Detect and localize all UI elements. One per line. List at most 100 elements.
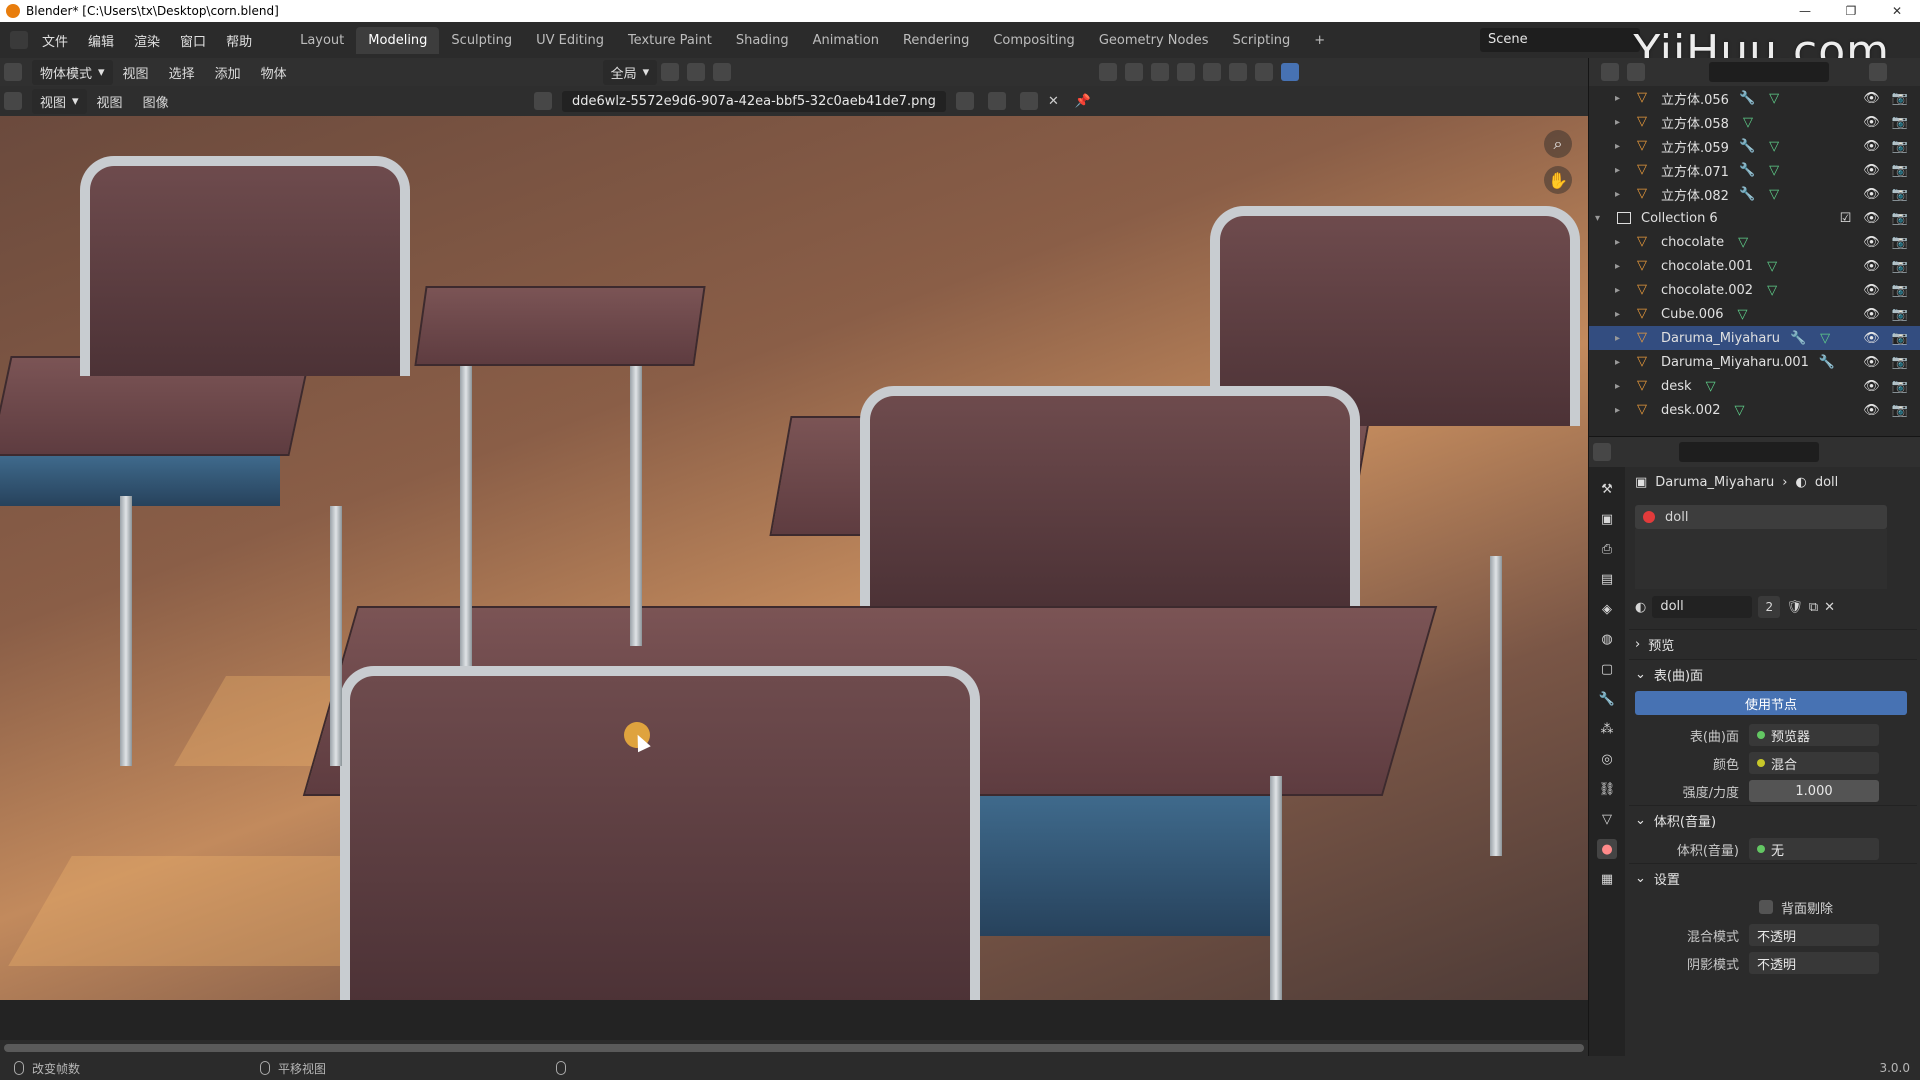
overlay-icon[interactable]: [1151, 63, 1170, 81]
tab-uv-editing[interactable]: UV Editing: [524, 27, 616, 54]
zoom-icon[interactable]: ⌕: [1544, 130, 1572, 158]
render-camera-icon[interactable]: 📷: [1892, 235, 1908, 250]
image-browse-icon[interactable]: [534, 92, 552, 110]
render-tab-icon[interactable]: ▣: [1597, 509, 1617, 529]
visibility-eye-icon[interactable]: 👁: [1863, 259, 1880, 274]
duplicate-image-icon[interactable]: [987, 92, 1006, 110]
tab-shading[interactable]: Shading: [724, 27, 801, 54]
particles-tab-icon[interactable]: ⁂: [1597, 719, 1617, 739]
blender-menu-icon[interactable]: [10, 31, 28, 49]
visibility-eye-icon[interactable]: 👁: [1863, 283, 1880, 298]
visibility-eye-icon[interactable]: 👁: [1863, 331, 1880, 346]
outliner-object-row[interactable]: ▸ ▽ 立方体.056 🔧 ▽ 👁 📷: [1589, 86, 1920, 110]
add-workspace-button[interactable]: +: [1302, 27, 1337, 54]
section-preview[interactable]: › 预览: [1629, 629, 1917, 659]
menu-object[interactable]: 物体: [251, 63, 297, 82]
section-volume[interactable]: ⌄ 体积(音量): [1629, 805, 1917, 835]
filter-icon[interactable]: [1869, 63, 1887, 81]
mesh-data-icon[interactable]: ▽: [1769, 91, 1779, 106]
gizmo-icon[interactable]: [1125, 63, 1144, 81]
menu-select[interactable]: 选择: [159, 63, 205, 82]
visibility-eye-icon[interactable]: 👁: [1863, 139, 1880, 154]
tab-compositing[interactable]: Compositing: [981, 27, 1087, 54]
render-camera-icon[interactable]: 📷: [1892, 139, 1908, 154]
fake-user-shield-icon[interactable]: [955, 92, 974, 110]
menu-image[interactable]: 图像: [133, 92, 179, 111]
outliner-object-row[interactable]: ▸ ▽ Cube.006 ▽ 👁 📷: [1589, 302, 1920, 326]
menu-help[interactable]: 帮助: [216, 31, 262, 50]
exclude-checkbox[interactable]: ☑: [1840, 211, 1852, 226]
expand-arrow-icon[interactable]: ▸: [1615, 405, 1629, 416]
outliner-object-row[interactable]: ▸ ▽ 立方体.082 🔧 ▽ 👁 📷: [1589, 182, 1920, 206]
render-camera-icon[interactable]: 📷: [1892, 307, 1908, 322]
wireframe-shading-icon[interactable]: [1203, 63, 1222, 81]
mesh-data-icon[interactable]: ▽: [1767, 283, 1777, 298]
snap-icon[interactable]: [687, 63, 706, 81]
expand-arrow-icon[interactable]: ▸: [1615, 117, 1629, 128]
strength-field[interactable]: 1.000: [1749, 780, 1879, 802]
modifier-icon[interactable]: 🔧: [1790, 331, 1806, 346]
backface-culling-checkbox[interactable]: [1759, 900, 1773, 914]
display-mode-icon[interactable]: [1627, 63, 1645, 81]
section-surface[interactable]: ⌄ 表(曲)面: [1629, 659, 1917, 689]
menu-edit[interactable]: 编辑: [78, 31, 124, 50]
pan-hand-icon[interactable]: ✋: [1544, 166, 1572, 194]
menu-window[interactable]: 窗口: [170, 31, 216, 50]
outliner-object-row[interactable]: ▸ ▽ desk.002 ▽ 👁 📷: [1589, 398, 1920, 422]
render-camera-icon[interactable]: 📷: [1892, 163, 1908, 178]
expand-arrow-icon[interactable]: ▸: [1615, 261, 1629, 272]
expand-arrow-icon[interactable]: ▸: [1615, 309, 1629, 320]
render-camera-icon[interactable]: 📷: [1892, 403, 1908, 418]
duplicate-material-icon[interactable]: ⧉: [1809, 600, 1818, 615]
xray-icon[interactable]: [1177, 63, 1196, 81]
rendered-shading-icon[interactable]: [1281, 63, 1300, 81]
material-shading-icon[interactable]: [1255, 63, 1274, 81]
visibility-icon[interactable]: [1099, 63, 1118, 81]
pivot-icon[interactable]: [661, 63, 680, 81]
tab-geometry-nodes[interactable]: Geometry Nodes: [1087, 27, 1221, 54]
editor-type-icon[interactable]: [1601, 63, 1619, 81]
render-camera-icon[interactable]: 📷: [1892, 259, 1908, 274]
mesh-data-icon[interactable]: ▽: [1769, 187, 1779, 202]
render-camera-icon[interactable]: 📷: [1892, 379, 1908, 394]
visibility-eye-icon[interactable]: 👁: [1863, 307, 1880, 322]
outliner-object-row[interactable]: ▸ ▽ 立方体.059 🔧 ▽ 👁 📷: [1589, 134, 1920, 158]
minimize-button[interactable]: —: [1782, 0, 1828, 22]
unlink-image-close-icon[interactable]: ✕: [1048, 94, 1059, 109]
menu-file[interactable]: 文件: [32, 31, 78, 50]
pin-icon[interactable]: 📌: [1075, 94, 1091, 109]
menu-view[interactable]: 视图: [113, 63, 159, 82]
material-browse-icon[interactable]: ◐: [1635, 600, 1646, 615]
expand-arrow-icon[interactable]: ▾: [1595, 213, 1609, 224]
tab-texture-paint[interactable]: Texture Paint: [616, 27, 724, 54]
mesh-data-icon[interactable]: ▽: [1735, 403, 1745, 418]
tab-animation[interactable]: Animation: [801, 27, 891, 54]
material-tab-icon[interactable]: ●: [1597, 839, 1617, 859]
maximize-button[interactable]: ❐: [1828, 0, 1874, 22]
render-camera-icon[interactable]: 📷: [1892, 211, 1908, 226]
visibility-eye-icon[interactable]: 👁: [1863, 211, 1880, 226]
timeline-area[interactable]: [0, 1000, 1588, 1040]
visibility-eye-icon[interactable]: 👁: [1863, 115, 1880, 130]
modifier-icon[interactable]: 🔧: [1739, 187, 1755, 202]
horizontal-scrollbar[interactable]: [0, 1040, 1588, 1056]
scene-selector[interactable]: Scene: [1480, 28, 1640, 52]
image-filename[interactable]: dde6wlz-5572e9d6-907a-42ea-bbf5-32c0aeb4…: [562, 90, 946, 112]
close-button[interactable]: ✕: [1874, 0, 1920, 22]
menu-render[interactable]: 渲染: [124, 31, 170, 50]
modifier-icon[interactable]: 🔧: [1739, 139, 1755, 154]
transform-orientation-dropdown[interactable]: 全局 ▾: [602, 59, 658, 85]
expand-arrow-icon[interactable]: ▸: [1615, 165, 1629, 176]
expand-arrow-icon[interactable]: ▸: [1615, 189, 1629, 200]
constraints-tab-icon[interactable]: ⛓: [1597, 779, 1617, 799]
tool-tab-icon[interactable]: ⚒: [1597, 479, 1617, 499]
outliner-object-row[interactable]: ▸ ▽ Daruma_Miyaharu.001 🔧 👁 📷: [1589, 350, 1920, 374]
color-input-field[interactable]: 混合: [1749, 752, 1879, 774]
render-camera-icon[interactable]: 📷: [1892, 91, 1908, 106]
tab-layout[interactable]: Layout: [288, 27, 356, 54]
output-tab-icon[interactable]: ⎙: [1597, 539, 1617, 559]
mesh-data-icon[interactable]: ▽: [1767, 259, 1777, 274]
texture-tab-icon[interactable]: ▦: [1597, 869, 1617, 889]
visibility-eye-icon[interactable]: 👁: [1863, 163, 1880, 178]
outliner-object-row[interactable]: ▸ ▽ 立方体.058 ▽ 👁 📷: [1589, 110, 1920, 134]
